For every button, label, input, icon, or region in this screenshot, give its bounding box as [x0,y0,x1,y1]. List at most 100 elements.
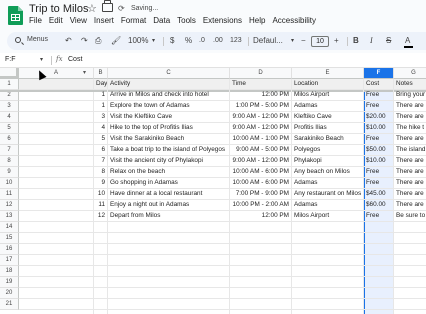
select-all-corner[interactable] [0,68,19,79]
name-box-dropdown-icon[interactable]: ▾ [40,56,43,63]
number-format-button[interactable]: 123 [230,35,242,47]
table-cell[interactable]: $10.00 [364,123,394,134]
column-menu-icon[interactable]: ▾ [83,69,86,76]
table-cell[interactable]: $10.00 [364,156,394,167]
table-cell[interactable]: Any beach on Milos [292,167,364,178]
menu-edit[interactable]: Edit [49,16,63,28]
row-header[interactable]: 16 [0,244,19,255]
row-header[interactable]: 7 [0,145,19,156]
zoom-dropdown-icon[interactable]: ▾ [152,35,155,47]
table-cell[interactable]: 4 [94,123,108,134]
decrease-decimal-button[interactable]: .0 [199,35,205,47]
table-cell[interactable]: 12 [94,211,108,222]
star-icon[interactable]: ☆ [87,2,97,15]
table-cell[interactable]: Adamas [292,200,364,211]
header-cell[interactable]: Time [230,79,292,90]
increase-decimal-button[interactable]: .00 [213,35,223,47]
row-header[interactable]: 1 [0,79,19,90]
table-cell[interactable]: Enjoy a night out in Adamas [108,200,230,211]
table-cell[interactable]: Have dinner at a local restaurant [108,189,230,200]
row-header[interactable]: 8 [0,156,19,167]
table-cell[interactable]: 10:00 AM - 1:00 PM [230,134,292,145]
font-size-input[interactable]: 10 [311,36,329,47]
table-cell[interactable]: 10:00 PM - 2:00 AM [230,200,292,211]
table-cell[interactable]: $45.00 [364,189,394,200]
currency-format-button[interactable]: $ [170,35,174,47]
header-cell[interactable] [19,79,94,90]
table-cell[interactable]: Adamas [292,178,364,189]
row-header[interactable]: 17 [0,255,19,266]
table-cell[interactable]: 6 [94,145,108,156]
table-cell[interactable]: There are [394,178,426,189]
table-cell[interactable]: Take a boat trip to the island of Polyeg… [108,145,230,156]
menu-view[interactable]: View [70,16,87,28]
bold-button[interactable]: B [353,35,359,47]
decrease-font-size-button[interactable]: − [301,35,306,47]
undo-icon[interactable]: ↶ [65,35,72,47]
table-cell[interactable]: Free [364,167,394,178]
table-cell[interactable]: Sarakiniko Beach [292,134,364,145]
print-icon[interactable]: ⎙ [95,35,101,47]
table-cell[interactable]: Phylakopi [292,156,364,167]
header-cell[interactable]: Day [94,79,108,90]
table-cell[interactable]: 12:00 PM [230,90,292,101]
table-cell[interactable]: Profitis Ilias [292,123,364,134]
table-cell[interactable]: There are [394,156,426,167]
menu-data[interactable]: Data [153,16,170,28]
column-header-c[interactable]: C [108,68,230,79]
row-header[interactable]: 15 [0,233,19,244]
search-menus-button[interactable]: Menus [13,35,61,47]
formula-input[interactable]: Cost [68,56,82,63]
menu-file[interactable]: File [29,16,42,28]
column-header-f[interactable]: F [364,68,394,79]
row-header[interactable]: 19 [0,277,19,288]
header-cell[interactable]: Notes [394,79,426,90]
table-cell[interactable]: Free [364,134,394,145]
italic-button[interactable]: I [370,35,373,47]
table-cell[interactable]: The hike t [394,123,426,134]
column-header-e[interactable]: E [292,68,364,79]
paint-format-icon[interactable]: 🖌︎ [111,35,121,47]
table-cell[interactable]: Free [364,211,394,222]
table-cell[interactable]: Relax on the beach [108,167,230,178]
table-cell[interactable]: Be sure to [394,211,426,222]
menu-insert[interactable]: Insert [94,16,114,28]
column-header-b[interactable]: B [94,68,108,79]
table-cell[interactable]: 7 [94,156,108,167]
menu-tools[interactable]: Tools [177,16,196,28]
table-cell[interactable]: 10 [94,189,108,200]
menu-format[interactable]: Format [121,16,146,28]
table-cell[interactable]: 11 [94,200,108,211]
sheets-logo-icon[interactable] [8,6,23,25]
table-cell[interactable]: 3 [94,112,108,123]
table-cell[interactable]: 8 [94,167,108,178]
row-header[interactable]: 13 [0,211,19,222]
row-header[interactable]: 21 [0,299,19,310]
table-cell[interactable]: Go shopping in Adamas [108,178,230,189]
table-cell[interactable]: There are [394,101,426,112]
row-header[interactable]: 14 [0,222,19,233]
row-header[interactable]: 18 [0,266,19,277]
row-header[interactable]: 11 [0,189,19,200]
row-header[interactable]: 5 [0,123,19,134]
move-to-folder-icon[interactable] [102,0,113,12]
column-header-d[interactable]: D [230,68,292,79]
table-cell[interactable]: Visit the ancient city of Phylakopi [108,156,230,167]
table-cell[interactable]: There are [394,134,426,145]
table-cell[interactable]: 10:00 AM - 6:00 PM [230,167,292,178]
table-cell[interactable]: Kleftiko Cave [292,112,364,123]
table-cell[interactable]: Visit the Sarakiniko Beach [108,134,230,145]
table-cell[interactable]: Visit the Kleftiko Cave [108,112,230,123]
font-select[interactable]: Defaul... [253,35,283,47]
table-cell[interactable]: Adamas [292,101,364,112]
table-cell[interactable]: Hike to the top of Profitis Ilias [108,123,230,134]
table-cell[interactable]: 9:00 AM - 5:00 PM [230,145,292,156]
table-cell[interactable]: Polyegos [292,145,364,156]
font-dropdown-icon[interactable]: ▾ [291,35,294,47]
table-cell[interactable]: Free [364,90,394,101]
table-cell[interactable]: Depart from Milos [108,211,230,222]
row-header[interactable]: 4 [0,112,19,123]
row-header[interactable]: 20 [0,288,19,299]
table-cell[interactable]: 7:00 PM - 9:00 PM [230,189,292,200]
table-cell[interactable]: There are [394,112,426,123]
